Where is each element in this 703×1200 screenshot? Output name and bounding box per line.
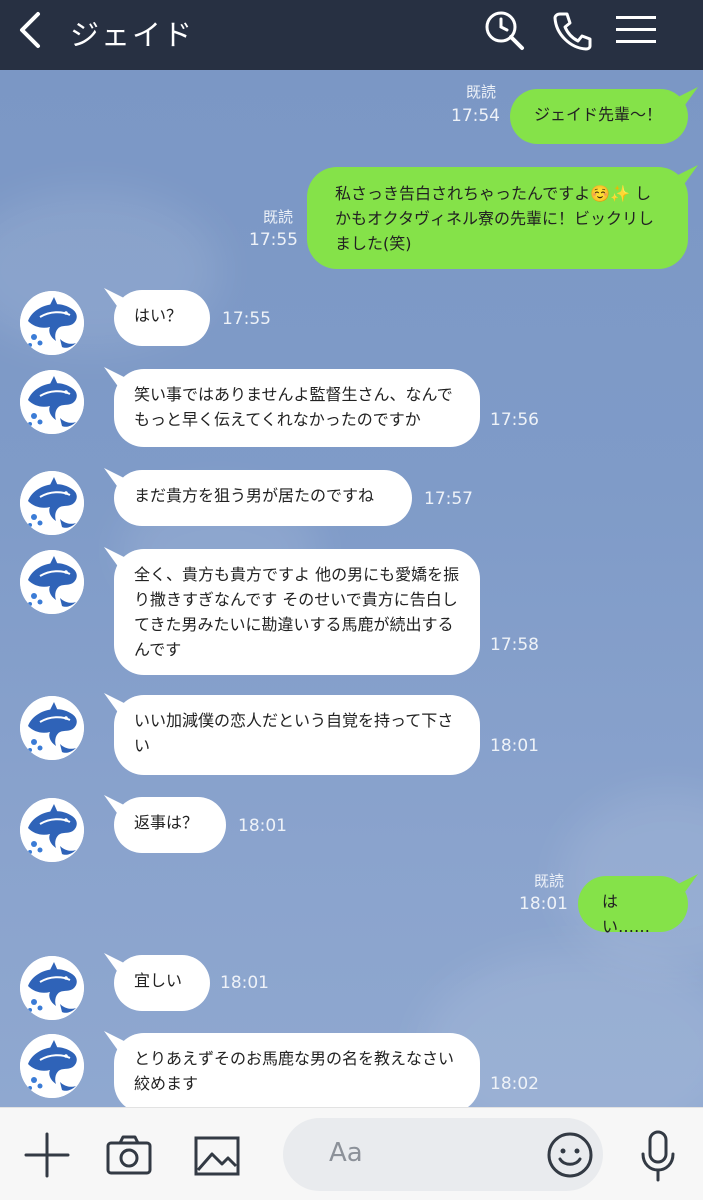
camera-icon — [106, 1135, 152, 1175]
message-bubble-out[interactable]: ジェイド先輩〜！ — [510, 89, 688, 144]
message-time: 18:01 — [490, 736, 539, 756]
message-time: 18:02 — [490, 1074, 539, 1094]
chat-header: ジェイド — [0, 0, 703, 70]
message-input[interactable]: Aa — [283, 1118, 603, 1191]
search-button[interactable] — [482, 8, 526, 52]
message-bubble-in[interactable]: はい？ — [114, 290, 210, 346]
contact-avatar[interactable] — [20, 798, 84, 862]
read-receipt: 既読 — [534, 872, 565, 890]
message-bubble-out[interactable]: 私さっき告白されちゃったんですよ☺️✨ しかもオクタヴィネル寮の先輩に！ビックリ… — [307, 167, 688, 269]
contact-avatar[interactable] — [20, 471, 84, 535]
contact-avatar[interactable] — [20, 291, 84, 355]
contact-avatar[interactable] — [20, 1034, 84, 1098]
message-input-placeholder: Aa — [329, 1138, 363, 1168]
contact-avatar[interactable] — [20, 550, 84, 614]
phone-icon — [553, 12, 592, 51]
message-bubble-in[interactable]: いい加減僕の恋人だという自覚を持って下さい — [114, 695, 480, 775]
message-text: はい？ — [134, 306, 183, 325]
message-list[interactable]: 既読 17:54 ジェイド先輩〜！ 既読 17:55 私さっき告白されちゃったん… — [0, 70, 703, 1107]
read-receipt: 既読 — [263, 208, 294, 226]
message-text: 私さっき告白されちゃったんですよ☺️✨ しかもオクタヴィネル寮の先輩に！ビックリ… — [335, 184, 655, 253]
message-time: 18:01 — [519, 894, 568, 914]
camera-button[interactable] — [106, 1134, 152, 1176]
emoji-button[interactable] — [547, 1132, 593, 1178]
message-time: 17:55 — [222, 309, 271, 329]
message-text: 返事は？ — [134, 813, 199, 832]
message-bubble-in[interactable]: 全く、貴方も貴方ですよ 他の男にも愛嬌を振り撒きすぎなんです そのせいで貴方に告… — [114, 549, 480, 675]
image-icon — [194, 1136, 240, 1176]
message-bubble-out[interactable]: はい…… — [578, 876, 688, 936]
message-time: 17:56 — [490, 410, 539, 430]
message-time: 18:01 — [238, 816, 287, 836]
dolphin-avatar — [20, 696, 84, 760]
message-text: まだ貴方を狙う男が居たのですね — [134, 486, 375, 505]
read-receipt: 既読 — [466, 83, 497, 101]
message-bubble-in[interactable]: とりあえずそのお馬鹿な男の名を教えなさい 絞めます — [114, 1033, 480, 1107]
back-button[interactable] — [12, 10, 52, 50]
dolphin-avatar — [20, 798, 84, 862]
contact-avatar[interactable] — [20, 696, 84, 760]
message-composer: Aa — [0, 1107, 703, 1200]
microphone-icon — [641, 1130, 675, 1182]
message-time: 17:58 — [490, 635, 539, 655]
smile-icon — [547, 1132, 593, 1178]
dolphin-avatar — [20, 291, 84, 355]
dolphin-avatar — [20, 1034, 84, 1098]
message-bubble-in[interactable]: 返事は？ — [114, 797, 226, 853]
message-text: はい…… — [602, 892, 651, 936]
message-bubble-in[interactable]: 宜しい — [114, 955, 210, 1011]
menu-button[interactable] — [614, 8, 658, 52]
dolphin-avatar — [20, 956, 84, 1020]
message-text: 宜しい — [134, 971, 183, 990]
dolphin-avatar — [20, 550, 84, 614]
message-text: ジェイド先輩〜！ — [534, 105, 663, 124]
message-time: 18:01 — [220, 973, 269, 993]
chat-title: ジェイド — [70, 18, 195, 52]
message-bubble-in[interactable]: 笑い事ではありませんよ監督生さん、なんでもっと早く伝えてくれなかったのですか — [114, 369, 480, 447]
message-time: 17:55 — [249, 230, 298, 250]
message-bubble-in[interactable]: まだ貴方を狙う男が居たのですね — [114, 470, 412, 526]
image-button[interactable] — [194, 1136, 240, 1176]
dolphin-avatar — [20, 471, 84, 535]
message-text: とりあえずそのお馬鹿な男の名を教えなさい 絞めます — [134, 1049, 455, 1093]
plus-icon — [24, 1132, 70, 1178]
message-text: いい加減僕の恋人だという自覚を持って下さい — [134, 711, 454, 755]
dolphin-avatar — [20, 370, 84, 434]
message-text: 笑い事ではありませんよ監督生さん、なんでもっと早く伝えてくれなかったのですか — [134, 385, 453, 429]
voice-button[interactable] — [638, 1130, 678, 1182]
message-time: 17:54 — [451, 106, 500, 126]
search-icon — [485, 11, 524, 50]
call-button[interactable] — [550, 8, 594, 52]
hamburger-menu-icon — [616, 16, 656, 43]
contact-avatar[interactable] — [20, 370, 84, 434]
message-time: 17:57 — [424, 489, 473, 509]
message-text: 全く、貴方も貴方ですよ 他の男にも愛嬌を振り撒きすぎなんです そのせいで貴方に告… — [134, 565, 460, 659]
add-button[interactable] — [24, 1132, 70, 1178]
contact-avatar[interactable] — [20, 956, 84, 1020]
chevron-left-icon — [20, 12, 40, 48]
